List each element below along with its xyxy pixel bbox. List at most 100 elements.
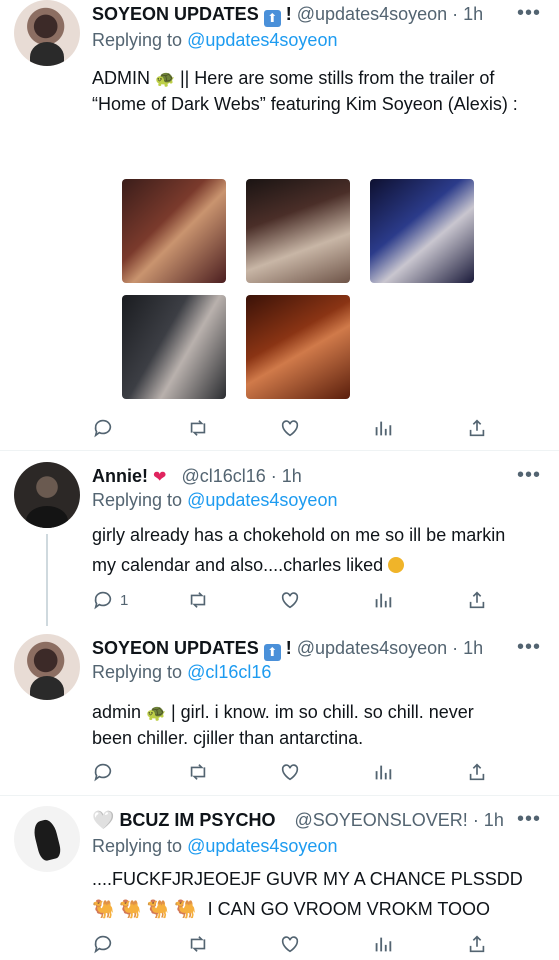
analytics-icon	[375, 765, 392, 780]
avatar[interactable]	[14, 806, 80, 872]
heart-emoji: ❤	[153, 469, 167, 486]
timestamp[interactable]: · 1h	[271, 466, 302, 486]
handle[interactable]: @SOYEONSLOVER!	[294, 810, 467, 830]
retweet-icon	[190, 420, 206, 436]
media-image[interactable]	[122, 295, 226, 399]
text-line: my calendar and also....charles liked	[92, 555, 384, 575]
heart-icon	[281, 764, 299, 781]
retweet-icon	[190, 764, 206, 780]
up-arrow-box-icon: ⬆	[263, 644, 281, 661]
more-icon[interactable]: •••	[517, 808, 541, 831]
timestamp[interactable]: · 1h	[473, 810, 504, 830]
analytics-button[interactable]	[372, 413, 394, 443]
tweet-text: admin 🐢 | girl. i know. im so chill. so …	[92, 700, 542, 750]
media-image[interactable]	[246, 295, 350, 399]
replying-to: Replying to @updates4soyeon	[92, 30, 337, 51]
analytics-button[interactable]	[372, 929, 394, 959]
share-icon	[469, 419, 485, 437]
replying-to: Replying to @updates4soyeon	[92, 490, 337, 511]
like-button[interactable]	[279, 413, 301, 443]
analytics-icon	[375, 937, 392, 952]
tweet-actions: 1	[0, 585, 559, 615]
analytics-icon	[375, 421, 392, 436]
replying-to-label: Replying to	[92, 490, 183, 510]
replying-to-handle[interactable]: @updates4soyeon	[187, 490, 337, 510]
text-prefix: ADMIN	[92, 68, 150, 88]
avatar[interactable]	[14, 0, 80, 66]
text-line: girly already has a chokehold on me so i…	[92, 525, 506, 545]
replying-to-handle[interactable]: @updates4soyeon	[187, 30, 337, 50]
reply-icon	[94, 935, 112, 954]
retweet-button[interactable]	[187, 413, 209, 443]
analytics-icon	[375, 593, 392, 608]
retweet-button[interactable]	[187, 585, 209, 615]
share-button[interactable]	[466, 757, 488, 787]
heart-icon	[281, 592, 299, 609]
replying-to-label: Replying to	[92, 662, 183, 682]
media-image[interactable]	[370, 179, 474, 283]
share-icon	[469, 763, 485, 781]
like-button[interactable]	[279, 585, 301, 615]
retweet-button[interactable]	[187, 929, 209, 959]
handle[interactable]: @updates4soyeon	[297, 638, 447, 658]
reply-icon	[94, 419, 112, 438]
divider	[0, 795, 559, 796]
text-line-2: 🐫 🐫 🐫 🐫 I CAN GO VROOM VROKM TOOO	[92, 894, 542, 924]
text-line: | girl. i know. im so chill. so chill. n…	[170, 702, 474, 722]
more-icon[interactable]: •••	[517, 464, 541, 487]
share-button[interactable]	[466, 413, 488, 443]
tweet-actions	[0, 413, 559, 443]
share-icon	[469, 591, 485, 609]
analytics-button[interactable]	[372, 585, 394, 615]
tweet-actions	[0, 757, 559, 787]
avatar[interactable]	[14, 634, 80, 700]
share-button[interactable]	[466, 929, 488, 959]
white-heart-emoji: 🤍	[92, 810, 115, 830]
timestamp[interactable]: · 1h	[452, 638, 483, 658]
turtle-emoji: 🐢	[155, 71, 175, 88]
replying-to-handle[interactable]: @cl16cl16	[187, 662, 271, 682]
display-name[interactable]: SOYEON UPDATES	[92, 638, 259, 658]
display-name[interactable]: Annie!	[92, 466, 148, 486]
text-line-2: my calendar and also....charles liked	[92, 550, 542, 580]
display-name[interactable]: SOYEON UPDATES	[92, 4, 259, 24]
timestamp[interactable]: · 1h	[452, 4, 483, 24]
camel-emoji-row: 🐫 🐫 🐫 🐫	[92, 899, 197, 919]
retweet-button[interactable]	[187, 757, 209, 787]
tweet[interactable]: SOYEON UPDATES ⬆ ! @updates4soyeon · 1h …	[0, 0, 559, 450]
tweet-header: 🤍 BCUZ IM PSYCHO @SOYEONSLOVER! · 1h	[92, 810, 504, 831]
grin-emoji	[388, 557, 405, 573]
share-button[interactable]	[466, 585, 488, 615]
heart-icon	[281, 420, 299, 437]
avatar[interactable]	[14, 462, 80, 528]
name-suffix: !	[285, 638, 292, 658]
share-icon	[469, 935, 485, 953]
turtle-emoji: 🐢	[146, 705, 166, 722]
reply-button[interactable]	[92, 413, 120, 443]
tweet[interactable]: SOYEON UPDATES ⬆ ! @updates4soyeon · 1h …	[0, 634, 559, 792]
retweet-icon	[190, 936, 206, 952]
like-button[interactable]	[279, 757, 301, 787]
handle[interactable]: @updates4soyeon	[297, 4, 447, 24]
analytics-button[interactable]	[372, 757, 394, 787]
tweet-text: ....FUCKFJRJEOEJF GUVR MY A CHANCE PLSSD…	[92, 864, 542, 924]
reply-button[interactable]	[92, 929, 114, 959]
media-image[interactable]	[246, 179, 350, 283]
replying-to: Replying to @updates4soyeon	[92, 836, 337, 857]
text-prefix: admin	[92, 702, 142, 722]
reply-count: 1	[120, 591, 129, 609]
replying-to-label: Replying to	[92, 836, 183, 856]
handle[interactable]: @cl16cl16	[181, 466, 265, 486]
more-icon[interactable]: •••	[517, 636, 541, 659]
replying-to: Replying to @cl16cl16	[92, 662, 271, 683]
tweet[interactable]: 🤍 BCUZ IM PSYCHO @SOYEONSLOVER! · 1h •••…	[0, 806, 559, 960]
tweet[interactable]: Annie! ❤ @cl16cl16 · 1h ••• Replying to …	[0, 462, 559, 622]
retweet-icon	[190, 592, 206, 608]
more-icon[interactable]: •••	[517, 2, 541, 25]
like-button[interactable]	[279, 929, 301, 959]
display-name[interactable]: BCUZ IM PSYCHO	[119, 810, 275, 830]
replying-to-handle[interactable]: @updates4soyeon	[187, 836, 337, 856]
media-image[interactable]	[122, 179, 226, 283]
reply-button[interactable]	[92, 757, 114, 787]
reply-button[interactable]: 1	[92, 585, 128, 615]
